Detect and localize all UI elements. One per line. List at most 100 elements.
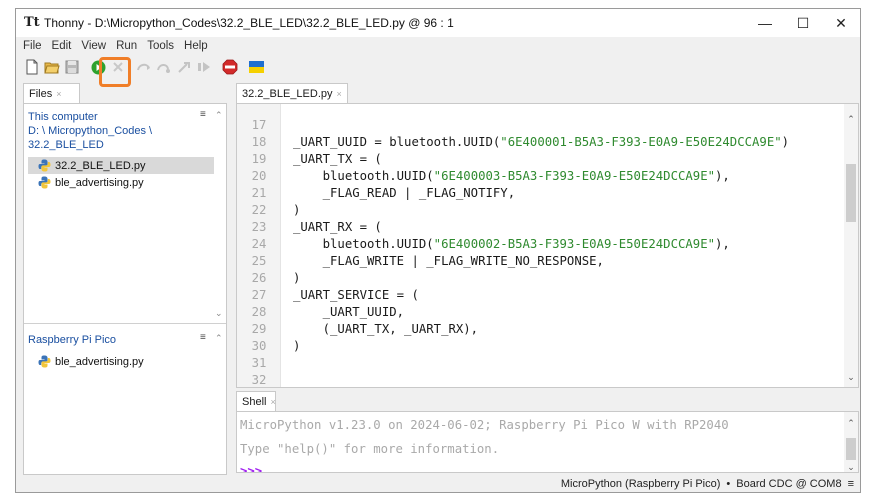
- code-line[interactable]: 20 bluetooth.UUID("6E400003-B5A3-F393-E0…: [237, 168, 837, 185]
- code-segment: (_UART_TX, _UART_RX),: [293, 322, 479, 336]
- code-text: _UART_UUID = bluetooth.UUID("6E400001-B5…: [293, 134, 789, 151]
- minimize-button[interactable]: —: [746, 9, 784, 37]
- code-segment: _UART_UUID = bluetooth.UUID(: [293, 135, 501, 149]
- shell-scroll-thumb[interactable]: [846, 438, 856, 460]
- menu-file[interactable]: File: [16, 40, 47, 52]
- tab-shell[interactable]: Shell ×: [236, 391, 276, 411]
- save-icon[interactable]: [64, 59, 80, 75]
- code-text: _FLAG_READ | _FLAG_NOTIFY,: [293, 185, 516, 202]
- menu-edit[interactable]: Edit: [47, 40, 77, 52]
- code-editor[interactable]: 17 18 _UART_UUID = bluetooth.UUID("6E40000…: [236, 103, 859, 388]
- scroll-down-icon[interactable]: ⌄: [215, 308, 223, 319]
- code-line[interactable]: 22): [237, 202, 837, 219]
- code-segment: ): [293, 339, 301, 353]
- debug-icon[interactable]: [110, 59, 126, 75]
- thonny-logo-icon: Tt: [24, 15, 40, 30]
- python-file-icon: [38, 355, 51, 368]
- path-breadcrumb-line1[interactable]: D: \ Micropython_Codes \: [28, 124, 152, 138]
- run-icon[interactable]: [90, 59, 106, 75]
- shell-scrollbar[interactable]: ⌃ ⌄: [844, 412, 858, 472]
- code-segment: _FLAG_READ | _FLAG_NOTIFY,: [293, 186, 516, 200]
- scroll-up-icon[interactable]: ⌃: [846, 114, 856, 125]
- menu-view[interactable]: View: [76, 40, 111, 52]
- new-file-icon[interactable]: [24, 59, 40, 75]
- panel-divider[interactable]: [24, 323, 226, 324]
- code-text: _UART_UUID,: [293, 304, 404, 321]
- code-segment: _UART_SERVICE = (: [293, 288, 419, 302]
- file-name: 32.2_BLE_LED.py: [55, 159, 146, 172]
- close-button[interactable]: ✕: [822, 9, 860, 37]
- code-segment: ): [293, 271, 301, 285]
- tab-shell-label: Shell: [242, 395, 267, 408]
- tab-editor-file[interactable]: 32.2_BLE_LED.py ×: [236, 83, 348, 103]
- line-number: 18: [251, 135, 267, 149]
- status-menu-icon[interactable]: ≡: [848, 478, 854, 490]
- editor-scrollbar[interactable]: ⌃ ⌄: [844, 104, 858, 387]
- menu-run[interactable]: Run: [111, 40, 142, 52]
- maximize-button[interactable]: ☐: [784, 9, 822, 37]
- code-text: _UART_SERVICE = (: [293, 287, 419, 304]
- menu-tools[interactable]: Tools: [142, 40, 179, 52]
- code-line[interactable]: 30): [237, 338, 837, 355]
- code-line[interactable]: 25 _FLAG_WRITE | _FLAG_WRITE_NO_RESPONSE…: [237, 253, 837, 270]
- step-into-icon[interactable]: [156, 59, 172, 75]
- step-over-icon[interactable]: [136, 59, 152, 75]
- toolbar: [16, 55, 860, 79]
- interpreter-status[interactable]: MicroPython (Raspberry Pi Pico): [561, 478, 721, 490]
- shell-help-hint: Type "help()" for more information.: [240, 442, 500, 456]
- scroll-down-icon[interactable]: ⌄: [846, 462, 856, 472]
- open-file-icon[interactable]: [44, 59, 60, 75]
- step-out-icon[interactable]: [176, 59, 192, 75]
- menu-help[interactable]: Help: [179, 40, 213, 52]
- code-line[interactable]: 31: [237, 355, 837, 372]
- editor-scroll-thumb[interactable]: [846, 164, 856, 222]
- tab-files[interactable]: Files ×: [23, 83, 80, 103]
- window-controls: — ☐ ✕: [746, 9, 860, 37]
- port-status[interactable]: Board CDC @ COM8: [736, 478, 841, 490]
- code-line[interactable]: 27 _UART_SERVICE = (: [237, 287, 837, 304]
- close-icon[interactable]: ×: [270, 397, 275, 407]
- code-line[interactable]: 19 _UART_TX = (: [237, 151, 837, 168]
- line-number: 24: [251, 237, 267, 251]
- scroll-up-icon[interactable]: ⌃: [846, 418, 856, 429]
- path-breadcrumb-line2[interactable]: 32.2_BLE_LED: [28, 138, 104, 152]
- code-text: _FLAG_WRITE | _FLAG_WRITE_NO_RESPONSE,: [293, 253, 604, 270]
- shell-prompt[interactable]: >>>: [240, 464, 262, 472]
- python-file-icon: [38, 176, 51, 189]
- code-line[interactable]: 24 bluetooth.UUID("6E400002-B5A3-F393-E0…: [237, 236, 837, 253]
- stop-icon[interactable]: [222, 59, 238, 75]
- code-line[interactable]: 28 _UART_UUID,: [237, 304, 837, 321]
- thonny-window: Tt Thonny - D:\Micropython_Codes\32.2_BL…: [15, 8, 861, 493]
- code-line[interactable]: 32: [237, 372, 837, 387]
- code-line[interactable]: 23 _UART_RX = (: [237, 219, 837, 236]
- file-item[interactable]: ble_advertising.py: [28, 353, 214, 370]
- shell-console[interactable]: MicroPython v1.23.0 on 2024-06-02; Raspb…: [236, 411, 859, 473]
- resume-icon[interactable]: [196, 59, 212, 75]
- code-line[interactable]: 26): [237, 270, 837, 287]
- file-item[interactable]: 32.2_BLE_LED.py: [28, 157, 214, 174]
- menu-icon[interactable]: ≡: [200, 332, 206, 343]
- code-segment: ): [293, 203, 301, 217]
- line-number: 26: [251, 271, 267, 285]
- ukraine-flag-icon[interactable]: [248, 59, 264, 75]
- code-segment: _UART_RX = (: [293, 220, 382, 234]
- code-line[interactable]: 29 (_UART_TX, _UART_RX),: [237, 321, 837, 338]
- scroll-up-icon[interactable]: ⌃: [215, 333, 223, 344]
- code-line[interactable]: 17: [237, 117, 837, 134]
- line-number: 17: [251, 118, 267, 132]
- this-computer-title: This computer: [28, 111, 98, 123]
- string-literal: "6E400001-B5A3-F393-E0A9-E50E24DCCA9E": [500, 135, 782, 149]
- code-segment: _FLAG_WRITE | _FLAG_WRITE_NO_RESPONSE,: [293, 254, 604, 268]
- code-line[interactable]: 18 _UART_UUID = bluetooth.UUID("6E400001-…: [237, 134, 837, 151]
- code-line[interactable]: 21 _FLAG_READ | _FLAG_NOTIFY,: [237, 185, 837, 202]
- scroll-down-icon[interactable]: ⌄: [846, 372, 856, 383]
- scroll-up-icon[interactable]: ⌃: [215, 110, 223, 121]
- close-icon[interactable]: ×: [337, 89, 342, 99]
- line-number: 32: [251, 373, 267, 387]
- file-item[interactable]: ble_advertising.py: [28, 174, 214, 191]
- line-number: 27: [251, 288, 267, 302]
- code-text: bluetooth.UUID("6E400003-B5A3-F393-E0A9-…: [293, 168, 730, 185]
- menu-icon[interactable]: ≡: [200, 109, 206, 120]
- close-icon[interactable]: ×: [56, 89, 61, 99]
- code-text: _UART_RX = (: [293, 219, 382, 236]
